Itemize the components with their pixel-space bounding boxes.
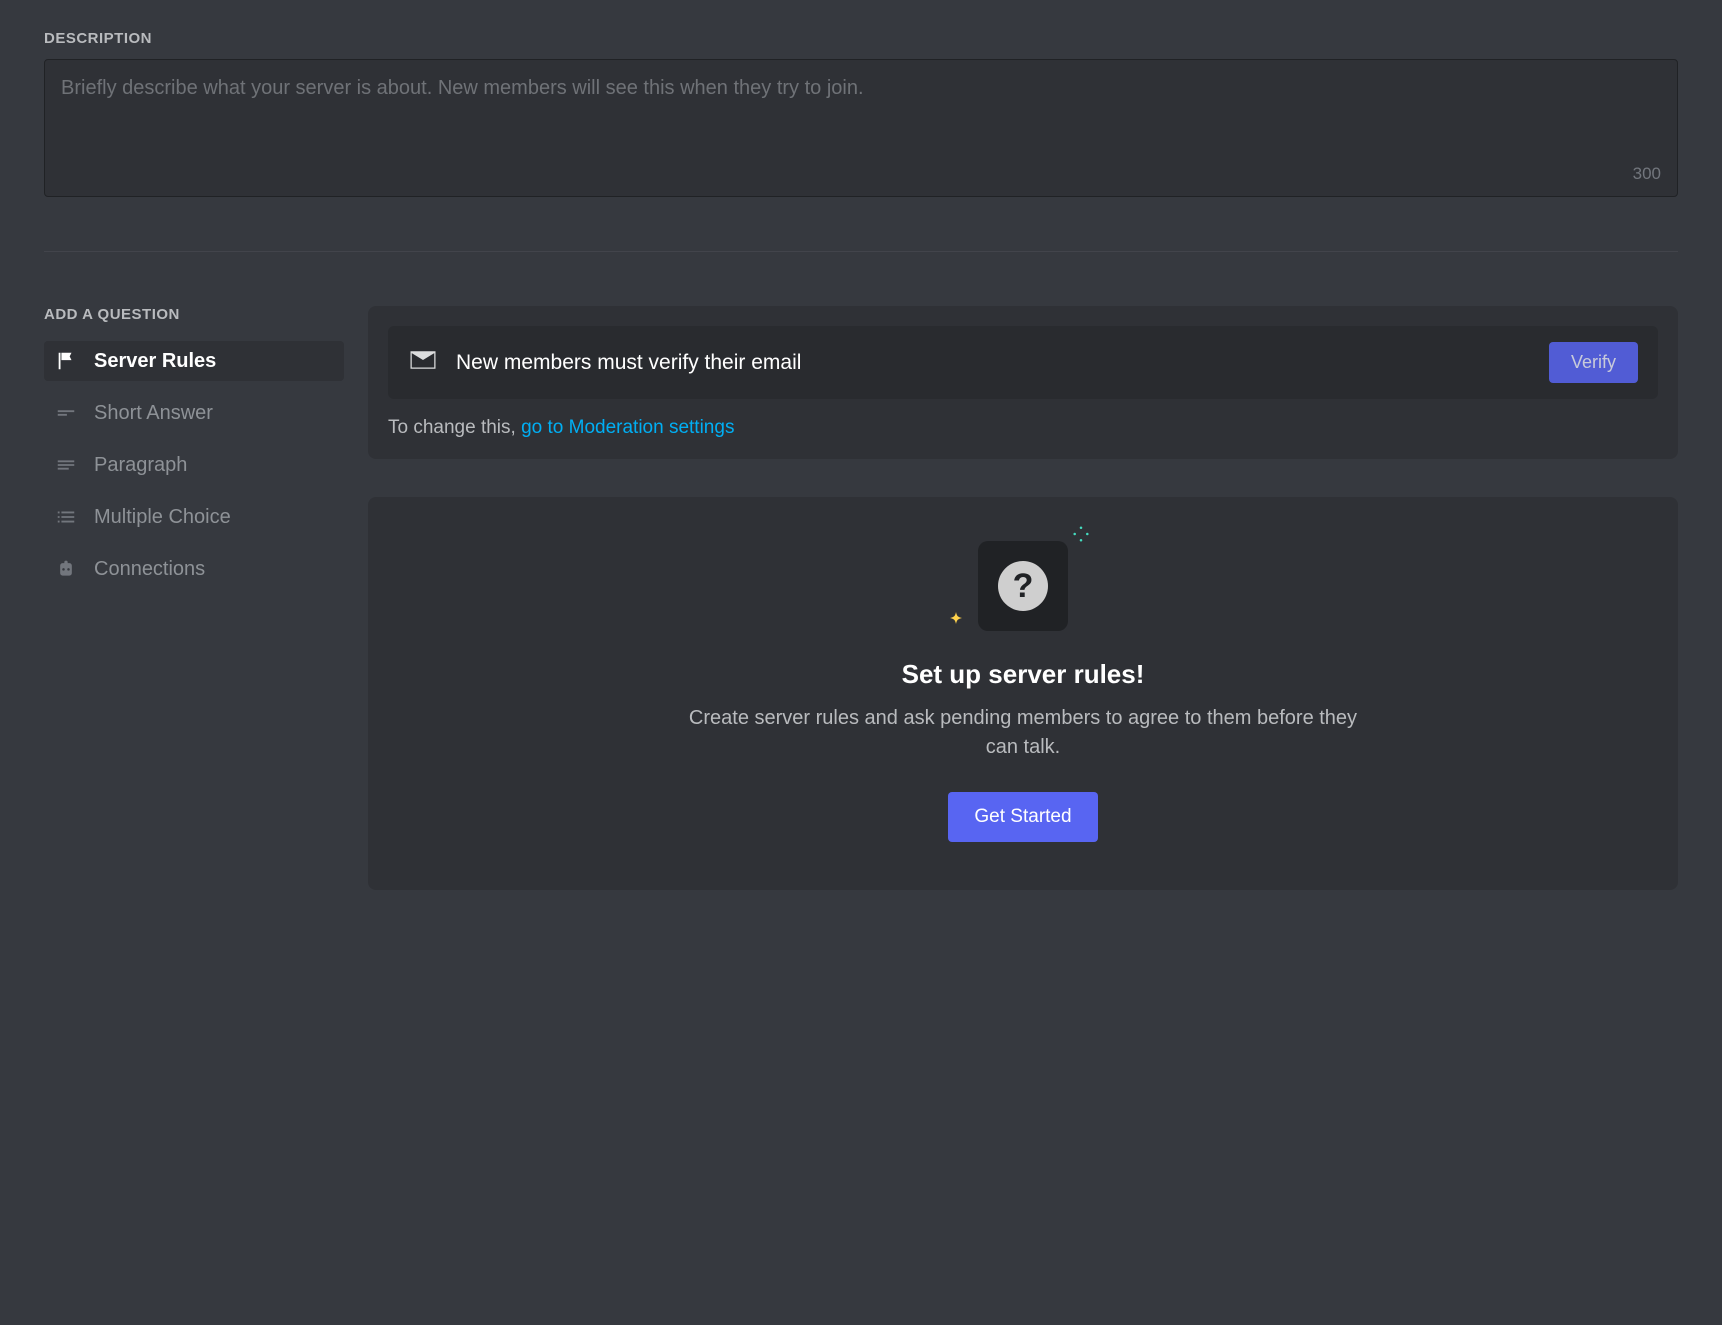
question-mark-icon: ? bbox=[998, 561, 1048, 611]
qtype-label: Short Answer bbox=[94, 402, 213, 425]
description-label: DESCRIPTION bbox=[44, 30, 1678, 47]
verify-card: New members must verify their email Veri… bbox=[368, 306, 1678, 459]
setup-rules-card: ? Set up server rules! Create server rul… bbox=[368, 497, 1678, 890]
short-text-icon bbox=[54, 401, 78, 425]
description-section: DESCRIPTION 300 bbox=[44, 30, 1678, 197]
moderation-hint-prefix: To change this, bbox=[388, 417, 521, 438]
sparkle-yellow-icon bbox=[944, 610, 968, 639]
qtype-label: Server Rules bbox=[94, 350, 216, 373]
paragraph-icon bbox=[54, 453, 78, 477]
flag-icon bbox=[54, 349, 78, 373]
list-icon bbox=[54, 505, 78, 529]
qtype-label: Paragraph bbox=[94, 454, 187, 477]
verify-row: New members must verify their email Veri… bbox=[388, 326, 1658, 399]
add-question-label: ADD A QUESTION bbox=[44, 306, 344, 323]
divider bbox=[44, 251, 1678, 252]
setup-illustration: ? bbox=[978, 541, 1068, 631]
sparkle-teal-icon bbox=[1072, 525, 1090, 548]
description-char-count: 300 bbox=[1633, 164, 1661, 184]
moderation-hint: To change this, go to Moderation setting… bbox=[388, 417, 1658, 439]
description-input[interactable] bbox=[61, 74, 1661, 158]
question-types-sidebar: ADD A QUESTION Server Rules Short Answer… bbox=[44, 306, 344, 890]
moderation-settings-link[interactable]: go to Moderation settings bbox=[521, 417, 734, 438]
robot-icon bbox=[54, 557, 78, 581]
question-mark-box: ? bbox=[978, 541, 1068, 631]
get-started-button[interactable]: Get Started bbox=[948, 792, 1097, 842]
mail-icon bbox=[408, 345, 438, 380]
main-content: New members must verify their email Veri… bbox=[368, 306, 1678, 890]
setup-description: Create server rules and ask pending memb… bbox=[683, 704, 1363, 762]
verify-button[interactable]: Verify bbox=[1549, 342, 1638, 383]
qtype-connections[interactable]: Connections bbox=[44, 549, 344, 589]
question-type-list: Server Rules Short Answer Paragraph Mult… bbox=[44, 341, 344, 589]
qtype-server-rules[interactable]: Server Rules bbox=[44, 341, 344, 381]
qtype-paragraph[interactable]: Paragraph bbox=[44, 445, 344, 485]
verify-text: New members must verify their email bbox=[456, 351, 1531, 375]
qtype-label: Connections bbox=[94, 558, 205, 581]
qtype-label: Multiple Choice bbox=[94, 506, 231, 529]
setup-title: Set up server rules! bbox=[408, 659, 1638, 690]
description-box: 300 bbox=[44, 59, 1678, 197]
qtype-multiple-choice[interactable]: Multiple Choice bbox=[44, 497, 344, 537]
qtype-short-answer[interactable]: Short Answer bbox=[44, 393, 344, 433]
